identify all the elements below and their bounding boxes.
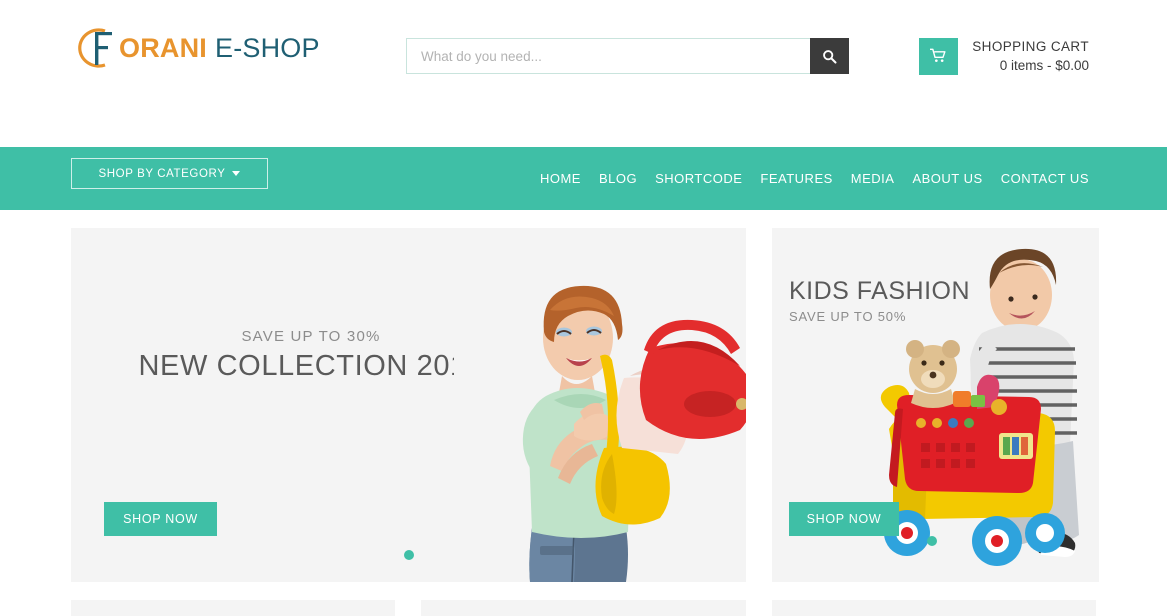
slider-dots xyxy=(403,550,414,560)
search-bar xyxy=(406,38,849,74)
shop-by-category-label: SHOP BY CATEGORY xyxy=(98,167,226,180)
nav-item-shortcode[interactable]: SHORTCODE xyxy=(646,171,751,186)
slider-model-image xyxy=(454,228,746,582)
product-card-3[interactable] xyxy=(771,600,1096,616)
nav-item-blog[interactable]: BLOG xyxy=(590,171,646,186)
search-input[interactable] xyxy=(406,38,810,74)
site-logo[interactable]: ORANI E-SHOP xyxy=(71,22,320,74)
nav-item-about-us[interactable]: ABOUT US xyxy=(903,171,991,186)
product-cards-row xyxy=(0,600,1167,616)
nav-item-features[interactable]: FEATURES xyxy=(751,171,841,186)
cart-button[interactable] xyxy=(919,38,959,75)
nav-item-media[interactable]: MEDIA xyxy=(842,171,904,186)
search-button[interactable] xyxy=(810,38,849,74)
site-header: ORANI E-SHOP SHOPPING CART xyxy=(0,0,1167,147)
promo-dot-1[interactable] xyxy=(927,536,937,546)
nav-item-home[interactable]: HOME xyxy=(540,171,590,186)
chevron-down-icon xyxy=(232,171,241,176)
promo-copy: KIDS FASHION SAVE UP TO 50% xyxy=(789,277,971,324)
logo-mark-icon xyxy=(71,24,117,72)
slider-dot-1[interactable] xyxy=(403,550,414,560)
promo-panel[interactable]: KIDS FASHION SAVE UP TO 50% SHOP NOW xyxy=(772,228,1099,582)
nav-item-contact-us[interactable]: CONTACT US xyxy=(992,171,1089,186)
cart-title: SHOPPING CART xyxy=(972,39,1089,55)
main-navbar: SHOP BY CATEGORY HOME BLOG SHORTCODE FEA… xyxy=(0,147,1167,210)
promo-subtitle: SAVE UP TO 50% xyxy=(789,308,907,324)
logo-text-secondary: E-SHOP xyxy=(215,32,320,63)
shopping-cart[interactable]: SHOPPING CART 0 items - $0.00 xyxy=(919,38,1089,75)
slider-shop-now-button[interactable]: SHOP NOW xyxy=(104,502,217,536)
search-icon xyxy=(822,49,837,64)
product-card-2[interactable] xyxy=(421,600,746,616)
product-card-1[interactable] xyxy=(71,600,396,616)
cart-items-total: 0 items - $0.00 xyxy=(999,57,1089,73)
nav-links: HOME BLOG SHORTCODE FEATURES MEDIA ABOUT… xyxy=(540,147,1089,210)
promo-title: KIDS FASHION xyxy=(789,277,971,305)
cart-summary: SHOPPING CART 0 items - $0.00 xyxy=(972,38,1089,74)
shopping-cart-icon xyxy=(929,48,947,66)
logo-text-primary: ORANI xyxy=(119,32,207,63)
shop-by-category-button[interactable]: SHOP BY CATEGORY xyxy=(71,158,268,189)
promo-shop-now-button[interactable]: SHOP NOW xyxy=(789,502,899,536)
hero-section: SAVE UP TO 30% NEW COLLECTION 2016 SHOP … xyxy=(0,210,1167,582)
hero-slider[interactable]: SAVE UP TO 30% NEW COLLECTION 2016 SHOP … xyxy=(71,228,746,582)
